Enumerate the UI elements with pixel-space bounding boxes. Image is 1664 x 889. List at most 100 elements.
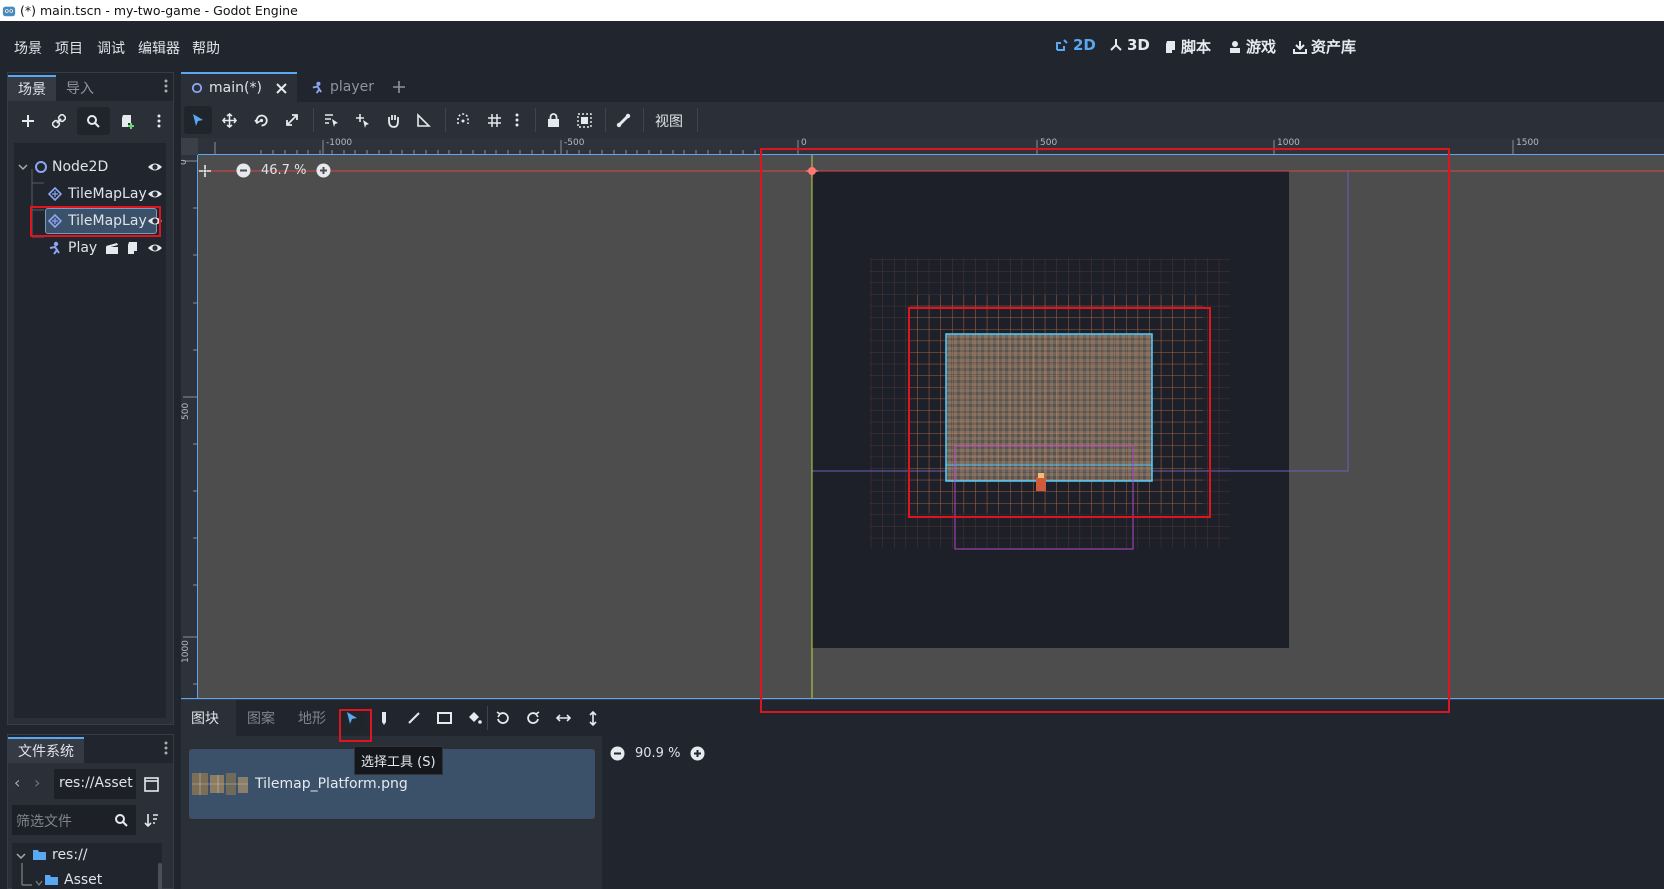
menu-scene[interactable]: 场景 <box>14 38 42 58</box>
tile-bucket-tool-button[interactable] <box>460 704 488 732</box>
workspace-game-label: 游戏 <box>1246 38 1277 56</box>
tab-tiles[interactable]: 图块 <box>181 700 236 736</box>
visibility-eye-icon[interactable] <box>147 240 163 256</box>
dock-menu-icon[interactable] <box>163 78 169 94</box>
ruler-label: 500 <box>1040 138 1058 148</box>
atlas-zoom-value[interactable]: 90.9 % <box>635 746 680 761</box>
player-icon <box>49 241 60 255</box>
zoom-out-icon[interactable] <box>610 746 625 761</box>
tile-atlas-view[interactable]: 90.9 % <box>606 736 1664 889</box>
ruler-vertical[interactable]: 0 500 1000 <box>181 155 198 699</box>
canvas-viewport[interactable]: 46.7 % <box>198 155 1664 699</box>
tile-line-tool-button[interactable] <box>400 704 428 732</box>
nav-back-icon[interactable]: ‹ <box>14 773 20 792</box>
workspace-2d-button[interactable]: 2D <box>1055 36 1096 54</box>
flip-vertical-button[interactable] <box>579 704 607 732</box>
instance-scene-button[interactable] <box>45 107 72 135</box>
scene-canvas-drawing <box>198 155 1664 699</box>
flip-horizontal-button[interactable] <box>549 704 577 732</box>
visibility-eye-icon[interactable] <box>147 186 163 202</box>
zoom-in-icon[interactable] <box>690 746 705 761</box>
sort-icon[interactable] <box>144 812 159 828</box>
center-view-icon[interactable] <box>198 164 212 178</box>
flip-vertical-icon <box>589 710 597 726</box>
workspace-script-button[interactable]: 脚本 <box>1164 36 1211 57</box>
workspace-3d-button[interactable]: 3D <box>1109 36 1150 54</box>
tileset-source-name: Tilemap_Platform.png <box>255 776 408 792</box>
script-icon[interactable] <box>126 241 139 255</box>
menu-debug[interactable]: 调试 <box>97 38 125 58</box>
scene-more-button[interactable] <box>146 107 173 135</box>
tree-node-node2d[interactable]: Node2D <box>14 153 166 180</box>
tile-select-tool-button[interactable] <box>338 704 366 732</box>
file-tree-v-scrollbar[interactable] <box>158 863 162 889</box>
tree-node-player[interactable]: Play <box>14 234 166 261</box>
tab-scene[interactable]: 场景 <box>8 75 56 101</box>
scene-tabs: main(*) player <box>181 72 1664 102</box>
flip-horizontal-icon <box>555 714 571 722</box>
menu-project[interactable]: 项目 <box>55 38 83 58</box>
add-script-icon <box>122 114 135 129</box>
lock-button[interactable] <box>539 106 567 134</box>
file-tree-root[interactable]: res:// <box>52 847 88 863</box>
viewport-zoom-value[interactable]: 46.7 % <box>261 163 306 178</box>
collapse-arrow-icon[interactable] <box>16 851 26 861</box>
collapse-arrow-icon[interactable] <box>18 162 28 172</box>
list-select-button[interactable] <box>317 106 345 134</box>
split-view-icon[interactable] <box>144 777 159 792</box>
tab-import[interactable]: 导入 <box>56 75 104 101</box>
scale-mode-button[interactable] <box>278 106 306 134</box>
tile-paint-tool-button[interactable] <box>370 704 398 732</box>
workspace-assetlib-button[interactable]: 资产库 <box>1293 36 1356 57</box>
pivot-mode-button[interactable] <box>348 106 376 134</box>
tab-filesystem[interactable]: 文件系统 <box>8 737 84 763</box>
zoom-out-icon[interactable] <box>236 163 251 178</box>
skeleton-options-button[interactable] <box>609 106 637 134</box>
group-button[interactable] <box>570 106 598 134</box>
rotate-mode-button[interactable] <box>247 106 275 134</box>
ruler-mode-button[interactable] <box>410 106 438 134</box>
menu-editor[interactable]: 编辑器 <box>138 38 180 58</box>
window-title-bar: (*) main.tscn - my-two-game - Godot Engi… <box>0 0 1664 21</box>
menu-help[interactable]: 帮助 <box>192 38 220 58</box>
rotate-left-button[interactable] <box>489 704 517 732</box>
zoom-in-icon[interactable] <box>316 163 331 178</box>
ruler-label: -1000 <box>326 138 353 148</box>
rotate-right-button[interactable] <box>519 704 547 732</box>
smart-snap-button[interactable] <box>449 106 477 134</box>
nav-forward-icon[interactable]: › <box>34 773 40 792</box>
tab-terrains[interactable]: 地形 <box>288 700 336 736</box>
workspace-script-label: 脚本 <box>1181 38 1212 56</box>
folder-icon <box>33 850 46 860</box>
bone-icon <box>616 113 630 127</box>
select-mode-button[interactable] <box>184 106 212 134</box>
visibility-eye-icon[interactable] <box>147 213 163 229</box>
add-node-button[interactable] <box>14 107 41 135</box>
tree-node-tilemaplayer-1[interactable]: TileMapLay <box>14 180 166 207</box>
tree-node-label: TileMapLay <box>68 212 147 229</box>
ruler-corner <box>181 138 198 155</box>
file-tree-folder[interactable]: Asset <box>64 872 102 888</box>
filter-nodes-button[interactable] <box>76 107 111 135</box>
ruler-ticks <box>183 155 198 699</box>
tab-player[interactable]: player <box>301 72 384 102</box>
move-mode-button[interactable] <box>215 106 243 134</box>
clapperboard-icon[interactable] <box>105 241 119 255</box>
close-icon[interactable] <box>276 82 287 94</box>
tree-node-tilemaplayer-2[interactable]: TileMapLay <box>14 207 166 234</box>
tab-main[interactable]: main(*) <box>181 72 297 102</box>
attach-script-button[interactable] <box>114 107 141 135</box>
new-scene-tab-plus-icon[interactable] <box>392 80 406 94</box>
tile-rect-tool-button[interactable] <box>430 704 458 732</box>
snap-options-button[interactable] <box>503 106 531 134</box>
dock-menu-icon[interactable] <box>163 740 169 756</box>
3d-icon <box>1110 39 1122 51</box>
file-tree: res:// Asset <box>12 843 162 889</box>
path-field[interactable]: res://Asset <box>54 769 136 799</box>
workspace-game-button[interactable]: 游戏 <box>1228 36 1276 57</box>
view-menu[interactable]: 视图 <box>655 111 683 131</box>
ruler-horizontal[interactable]: -1000 -500 0 500 1000 1500 <box>181 138 1664 155</box>
visibility-eye-icon[interactable] <box>147 159 163 175</box>
pan-mode-button[interactable] <box>379 106 407 134</box>
tab-patterns[interactable]: 图案 <box>237 700 285 736</box>
